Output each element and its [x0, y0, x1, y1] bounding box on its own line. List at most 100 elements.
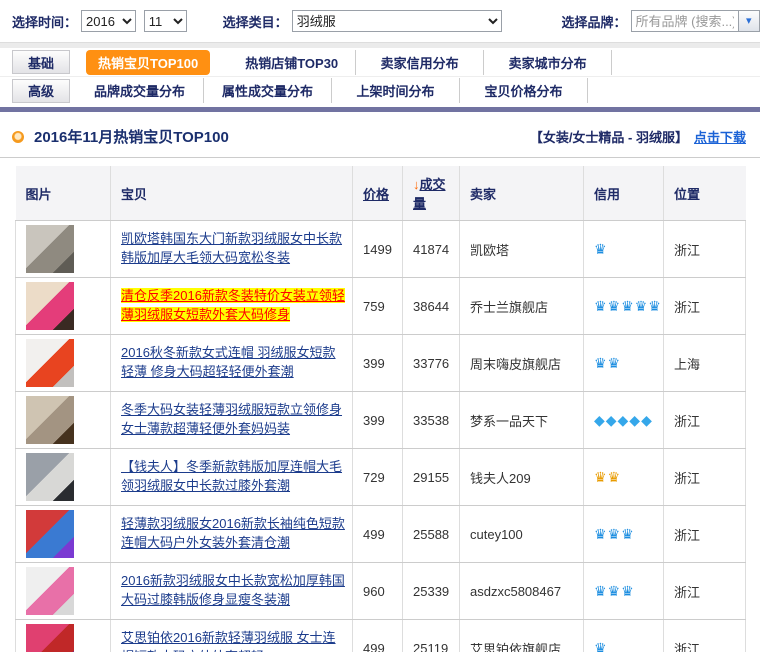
tab-advanced-1[interactable]: 属性成交量分布	[204, 78, 332, 103]
item-volume: 41874	[403, 221, 460, 278]
table-header-row: 图片 宝贝 价格 ↓成交量 卖家 信用 位置	[16, 166, 746, 221]
tab-advanced-2[interactable]: 上架时间分布	[332, 78, 460, 103]
chevron-down-icon: ▾	[746, 15, 752, 27]
brand-search-input[interactable]	[631, 10, 739, 32]
category-path: 【女装/女士精品 - 羽绒服】	[530, 127, 688, 146]
crown-blue-icon: ♛♛♛♛♛	[594, 298, 662, 314]
tab-advanced-0[interactable]: 品牌成交量分布	[76, 78, 204, 103]
item-price: 729	[353, 449, 403, 506]
page-title: 2016年11月热销宝贝TOP100	[34, 126, 530, 147]
crown-blue-icon: ♛	[594, 241, 608, 257]
col-seller: 卖家	[460, 166, 584, 221]
item-location: 浙江	[664, 278, 746, 335]
table-row: 2016新款羽绒服女中长款宽松加厚韩国大码过膝韩版修身显瘦冬装潮96025339…	[16, 563, 746, 620]
item-price: 960	[353, 563, 403, 620]
month-select[interactable]: 11	[144, 10, 187, 32]
item-title-link[interactable]: 轻薄款羽绒服女2016新款长袖纯色短款连帽大码户外女装外套清仓潮	[121, 516, 345, 550]
item-credit: ♛♛♛♛♛	[584, 278, 664, 335]
tab-basic-3[interactable]: 卖家城市分布	[484, 50, 612, 75]
item-title-link[interactable]: 凯欧塔韩国东大门新款羽绒服女中长款韩版加厚大毛领大码宽松冬装	[121, 231, 342, 265]
diamond-blue-icon: ◆◆◆◆◆	[594, 412, 653, 428]
table-row: 轻薄款羽绒服女2016新款长袖纯色短款连帽大码户外女装外套清仓潮49925588…	[16, 506, 746, 563]
table-row: 2016秋冬新款女式连帽 羽绒服女短款轻薄 修身大码超轻轻便外套潮 3993377…	[16, 335, 746, 392]
item-location: 浙江	[664, 392, 746, 449]
tabs-panel: 基础 热销宝贝TOP100热销店铺TOP30卖家信用分布卖家城市分布 高级 品牌…	[0, 48, 760, 112]
item-price: 759	[353, 278, 403, 335]
item-credit: ♛♛	[584, 449, 664, 506]
item-credit: ♛♛♛	[584, 506, 664, 563]
section-header: 2016年11月热销宝贝TOP100 【女装/女士精品 - 羽绒服】 点击下载	[0, 112, 760, 158]
page: 选择时间： 2016 11 选择类目： 羽绒服 选择品牌： ▾ 基础 热销宝贝T…	[0, 0, 760, 652]
item-location: 浙江	[664, 506, 746, 563]
item-thumbnail[interactable]	[26, 624, 74, 652]
tab-advanced-3[interactable]: 宝贝价格分布	[460, 78, 588, 103]
item-location: 浙江	[664, 449, 746, 506]
crown-blue-icon: ♛♛♛	[594, 526, 635, 542]
table-row: 清仓反季2016新款冬装特价女装立领轻薄羽绒服女短款外套大码修身75938644…	[16, 278, 746, 335]
item-volume: 33776	[403, 335, 460, 392]
col-location: 位置	[664, 166, 746, 221]
category-label: 选择类目：	[223, 12, 288, 31]
table-row: 冬季大码女装轻薄羽绒服短款立领修身女士薄款超薄轻便外套妈妈装 39933538梦系…	[16, 392, 746, 449]
col-item: 宝贝	[111, 166, 353, 221]
tab-basic-1[interactable]: 热销店铺TOP30	[228, 50, 356, 75]
item-credit: ♛♛♛	[584, 563, 664, 620]
table-row: 艾思铂依2016新款轻薄羽绒服 女士连帽短款大码户外外套超轻 49925119艾思…	[16, 620, 746, 652]
item-thumbnail[interactable]	[26, 282, 74, 330]
item-seller: 梦系一品天下	[460, 392, 584, 449]
item-credit: ◆◆◆◆◆	[584, 392, 664, 449]
item-location: 浙江	[664, 221, 746, 278]
brand-label: 选择品牌：	[562, 12, 627, 31]
table-row: 凯欧塔韩国东大门新款羽绒服女中长款韩版加厚大毛领大码宽松冬装 149941874凯…	[16, 221, 746, 278]
year-select[interactable]: 2016	[81, 10, 136, 32]
item-price: 399	[353, 335, 403, 392]
tab-basic-0[interactable]: 热销宝贝TOP100	[76, 47, 220, 78]
tab-basic-2[interactable]: 卖家信用分布	[356, 50, 484, 75]
item-volume: 25339	[403, 563, 460, 620]
table-row: 【钱夫人】冬季新款韩版加厚连帽大毛领羽绒服女中长款过膝外套潮72929155钱夫…	[16, 449, 746, 506]
item-thumbnail[interactable]	[26, 453, 74, 501]
item-seller: 周末嗨皮旗舰店	[460, 335, 584, 392]
item-credit: ♛♛	[584, 335, 664, 392]
item-price: 399	[353, 392, 403, 449]
filter-bar: 选择时间： 2016 11 选择类目： 羽绒服 选择品牌： ▾	[0, 0, 760, 42]
item-thumbnail[interactable]	[26, 510, 74, 558]
item-thumbnail[interactable]	[26, 396, 74, 444]
item-seller: 艾思铂依旗舰店	[460, 620, 584, 652]
col-price[interactable]: 价格	[353, 166, 403, 221]
item-title-link[interactable]: 艾思铂依2016新款轻薄羽绒服 女士连帽短款大码户外外套超轻	[121, 630, 336, 652]
top100-table: 图片 宝贝 价格 ↓成交量 卖家 信用 位置 凯欧塔韩国东大门新款羽绒服女中长款…	[15, 166, 746, 652]
download-link[interactable]: 点击下载	[694, 127, 746, 146]
item-volume: 25588	[403, 506, 460, 563]
item-title-link[interactable]: 清仓反季2016新款冬装特价女装立领轻薄羽绒服女短款外套大码修身	[121, 288, 345, 322]
time-label: 选择时间：	[12, 12, 77, 31]
orange-bullet-icon	[12, 131, 24, 143]
item-credit: ♛	[584, 221, 664, 278]
item-seller: 凯欧塔	[460, 221, 584, 278]
item-thumbnail[interactable]	[26, 339, 74, 387]
item-title-link[interactable]: 2016新款羽绒服女中长款宽松加厚韩国大码过膝韩版修身显瘦冬装潮	[121, 573, 345, 607]
item-location: 浙江	[664, 620, 746, 652]
item-location: 上海	[664, 335, 746, 392]
item-price: 1499	[353, 221, 403, 278]
category-select[interactable]: 羽绒服	[292, 10, 502, 32]
item-volume: 33538	[403, 392, 460, 449]
brand-dropdown-button[interactable]: ▾	[739, 10, 760, 32]
crown-blue-icon: ♛♛♛	[594, 583, 635, 599]
item-title-link[interactable]: 冬季大码女装轻薄羽绒服短款立领修身女士薄款超薄轻便外套妈妈装	[121, 402, 342, 436]
col-volume[interactable]: ↓成交量	[403, 166, 460, 221]
crown-blue-icon: ♛♛	[594, 355, 621, 371]
item-title-link[interactable]: 2016秋冬新款女式连帽 羽绒服女短款轻薄 修身大码超轻轻便外套潮	[121, 345, 336, 379]
table-wrapper: 图片 宝贝 价格 ↓成交量 卖家 信用 位置 凯欧塔韩国东大门新款羽绒服女中长款…	[0, 158, 760, 652]
item-volume: 25119	[403, 620, 460, 652]
item-thumbnail[interactable]	[26, 225, 74, 273]
item-price: 499	[353, 620, 403, 652]
item-seller: asdzxc5808467	[460, 563, 584, 620]
tab-row-basic: 基础 热销宝贝TOP100热销店铺TOP30卖家信用分布卖家城市分布	[0, 48, 760, 76]
item-seller: cutey100	[460, 506, 584, 563]
item-title-link[interactable]: 【钱夫人】冬季新款韩版加厚连帽大毛领羽绒服女中长款过膝外套潮	[121, 459, 342, 493]
item-volume: 29155	[403, 449, 460, 506]
item-seller: 乔士兰旗舰店	[460, 278, 584, 335]
item-thumbnail[interactable]	[26, 567, 74, 615]
item-volume: 38644	[403, 278, 460, 335]
